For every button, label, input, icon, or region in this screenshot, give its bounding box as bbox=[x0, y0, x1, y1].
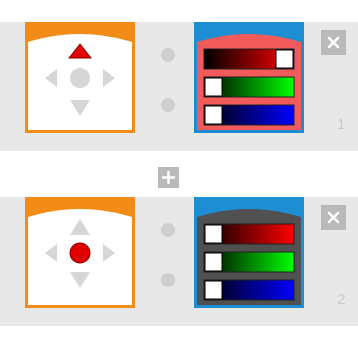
green-slider-handle[interactable] bbox=[204, 252, 223, 272]
color-action-tile[interactable] bbox=[194, 197, 304, 308]
color-tile-graphic bbox=[194, 197, 304, 308]
connector-dot bbox=[161, 98, 175, 112]
dpad-event-tile[interactable] bbox=[25, 22, 135, 133]
remove-rule-button[interactable] bbox=[321, 30, 346, 55]
rule-number: 1 bbox=[337, 116, 346, 133]
rule-number: 2 bbox=[337, 291, 346, 308]
color-tile-graphic bbox=[194, 22, 304, 133]
green-slider-handle[interactable] bbox=[204, 77, 223, 97]
dpad-event-tile[interactable] bbox=[25, 197, 135, 308]
dpad-tile-graphic bbox=[25, 197, 135, 308]
red-slider-handle[interactable] bbox=[275, 49, 294, 69]
red-slider-handle[interactable] bbox=[204, 224, 223, 244]
blue-slider-handle[interactable] bbox=[204, 105, 223, 125]
dpad-tile-graphic bbox=[25, 22, 135, 133]
connector-dot bbox=[161, 273, 175, 287]
connector-dot bbox=[161, 48, 175, 62]
close-icon bbox=[327, 36, 340, 49]
dpad-center-button-icon[interactable] bbox=[70, 68, 90, 88]
close-icon bbox=[327, 211, 340, 224]
dpad-center-button-icon[interactable] bbox=[69, 242, 91, 264]
rule-row: 2 bbox=[0, 197, 358, 326]
blue-slider-handle[interactable] bbox=[204, 280, 223, 300]
rule-row: 1 bbox=[0, 22, 358, 151]
color-action-tile[interactable] bbox=[194, 22, 304, 133]
add-rule-button[interactable] bbox=[158, 167, 179, 188]
plus-icon bbox=[161, 170, 176, 185]
remove-rule-button[interactable] bbox=[321, 205, 346, 230]
connector-dot bbox=[161, 223, 175, 237]
